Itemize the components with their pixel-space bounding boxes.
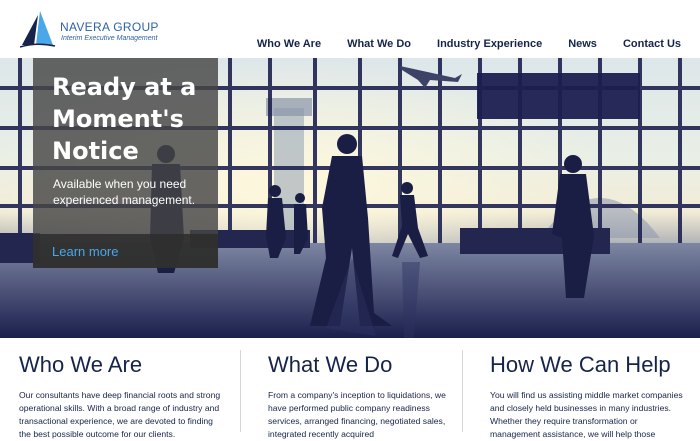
column-text: You will find us assisting middle market… [490, 390, 683, 439]
column-text: Our consultants have deep financial root… [19, 390, 221, 439]
nav-who-we-are[interactable]: Who We Are [257, 38, 321, 50]
main-nav: Who We Are What We Do Industry Experienc… [257, 38, 681, 50]
nav-news[interactable]: News [568, 38, 597, 50]
hero-title-line1: Ready at a [52, 73, 197, 101]
brand-logo[interactable]: NAVERA GROUP Interim Executive Managemen… [20, 9, 170, 49]
feature-columns: Who We Are Our consultants have deep fin… [0, 338, 700, 439]
sail-logo-icon [20, 11, 56, 48]
hero-title-line2: Moment's [52, 105, 184, 133]
site-header: NAVERA GROUP Interim Executive Managemen… [0, 0, 700, 58]
hero-subtitle: Available when you need experienced mana… [53, 177, 196, 207]
brand-name: NAVERA GROUP [60, 20, 159, 34]
nav-contact-us[interactable]: Contact Us [623, 38, 681, 50]
column-heading: Who We Are [19, 352, 143, 377]
column-divider [462, 350, 463, 432]
column-who-we-are: Who We Are Our consultants have deep fin… [19, 338, 224, 439]
nav-industry-experience[interactable]: Industry Experience [437, 38, 542, 50]
column-heading: What We Do [268, 352, 393, 377]
hero-cta-bar: Learn more [33, 234, 218, 268]
column-text: From a company's inception to liquidatio… [268, 390, 446, 439]
column-how-we-can-help: How We Can Help You will find us assisti… [490, 338, 690, 439]
nav-what-we-do[interactable]: What We Do [347, 38, 411, 50]
hero-overlay-box [477, 73, 640, 119]
column-heading: How We Can Help [490, 352, 671, 377]
brand-tagline: Interim Executive Management [61, 35, 158, 42]
column-divider [240, 350, 241, 432]
hero-title-line3: Notice [52, 137, 139, 165]
column-what-we-do: What We Do From a company's inception to… [268, 338, 448, 439]
hero-title: Ready at a Moment's Notice [52, 71, 212, 167]
learn-more-link[interactable]: Learn more [52, 244, 118, 259]
hero-banner: Ready at a Moment's Notice Available whe… [0, 58, 700, 338]
